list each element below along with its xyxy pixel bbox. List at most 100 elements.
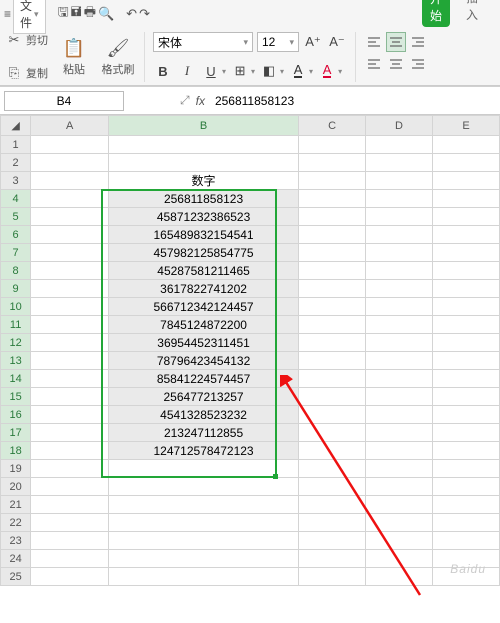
cell-E12[interactable] <box>433 334 500 352</box>
cell-C2[interactable] <box>299 154 366 172</box>
cell-E23[interactable] <box>433 532 500 550</box>
cell-D22[interactable] <box>366 514 433 532</box>
cell-A7[interactable] <box>31 244 109 262</box>
cell-B11[interactable]: 7845124872200 <box>109 316 299 334</box>
name-box[interactable]: B4 <box>4 91 124 111</box>
cell-D4[interactable] <box>366 190 433 208</box>
border-button[interactable]: ⊞ <box>230 61 250 81</box>
cell-C12[interactable] <box>299 334 366 352</box>
row-header-1[interactable]: 1 <box>1 136 31 154</box>
cell-A22[interactable] <box>31 514 109 532</box>
cell-C15[interactable] <box>299 388 366 406</box>
cell-A21[interactable] <box>31 496 109 514</box>
cell-E7[interactable] <box>433 244 500 262</box>
italic-button[interactable]: I <box>177 61 197 81</box>
row-header-6[interactable]: 6 <box>1 226 31 244</box>
cell-A23[interactable] <box>31 532 109 550</box>
cell-D16[interactable] <box>366 406 433 424</box>
cell-E4[interactable] <box>433 190 500 208</box>
fill-color-button[interactable]: ◧ <box>259 61 279 81</box>
cell-D25[interactable] <box>366 568 433 586</box>
col-header-D[interactable]: D <box>366 116 433 136</box>
cell-E18[interactable] <box>433 442 500 460</box>
cell-B25[interactable] <box>109 568 299 586</box>
print-icon[interactable]: 🖶 <box>84 5 96 23</box>
align-bottom-right[interactable] <box>408 54 428 74</box>
cell-D10[interactable] <box>366 298 433 316</box>
increase-font-button[interactable]: A⁺ <box>303 32 323 52</box>
decrease-font-button[interactable]: A⁻ <box>327 32 347 52</box>
cell-C13[interactable] <box>299 352 366 370</box>
cell-D15[interactable] <box>366 388 433 406</box>
tab-layout[interactable]: 页面布局 <box>494 0 500 27</box>
chevron-down-icon[interactable]: ▾ <box>251 67 255 76</box>
cell-C14[interactable] <box>299 370 366 388</box>
cell-D14[interactable] <box>366 370 433 388</box>
cell-B2[interactable] <box>109 154 299 172</box>
cell-A6[interactable] <box>31 226 109 244</box>
row-header-25[interactable]: 25 <box>1 568 31 586</box>
cell-C10[interactable] <box>299 298 366 316</box>
cell-B4[interactable]: 256811858123 <box>109 190 299 208</box>
cell-E11[interactable] <box>433 316 500 334</box>
formula-input[interactable] <box>211 91 496 111</box>
cell-E8[interactable] <box>433 262 500 280</box>
cell-B3[interactable]: 数字 <box>109 172 299 190</box>
col-header-E[interactable]: E <box>433 116 500 136</box>
cell-B22[interactable] <box>109 514 299 532</box>
bold-button[interactable]: B <box>153 61 173 81</box>
col-header-C[interactable]: C <box>299 116 366 136</box>
font-name-select[interactable]: 宋体 ▾ <box>153 32 253 52</box>
save-icon[interactable]: 🖫 <box>58 5 69 23</box>
cell-A25[interactable] <box>31 568 109 586</box>
cell-C7[interactable] <box>299 244 366 262</box>
cell-C24[interactable] <box>299 550 366 568</box>
cell-D5[interactable] <box>366 208 433 226</box>
cell-A11[interactable] <box>31 316 109 334</box>
cell-B5[interactable]: 45871232386523 <box>109 208 299 226</box>
cell-B7[interactable]: 457982125854775 <box>109 244 299 262</box>
cell-A17[interactable] <box>31 424 109 442</box>
cell-A2[interactable] <box>31 154 109 172</box>
cell-D19[interactable] <box>366 460 433 478</box>
row-header-18[interactable]: 18 <box>1 442 31 460</box>
cell-E20[interactable] <box>433 478 500 496</box>
row-header-3[interactable]: 3 <box>1 172 31 190</box>
cell-C11[interactable] <box>299 316 366 334</box>
cell-C17[interactable] <box>299 424 366 442</box>
col-header-B[interactable]: B <box>109 116 299 136</box>
row-header-21[interactable]: 21 <box>1 496 31 514</box>
row-header-9[interactable]: 9 <box>1 280 31 298</box>
font-size-select[interactable]: 12 ▾ <box>257 32 299 52</box>
cell-B21[interactable] <box>109 496 299 514</box>
row-header-14[interactable]: 14 <box>1 370 31 388</box>
cell-E2[interactable] <box>433 154 500 172</box>
row-header-4[interactable]: 4 <box>1 190 31 208</box>
align-bottom-center[interactable] <box>386 54 406 74</box>
row-header-7[interactable]: 7 <box>1 244 31 262</box>
fx-icon[interactable]: fx <box>196 94 205 108</box>
file-menu[interactable]: 文件 ▾ <box>13 0 46 34</box>
align-top-center[interactable] <box>386 32 406 52</box>
cell-A16[interactable] <box>31 406 109 424</box>
chevron-down-icon[interactable]: ▾ <box>309 67 313 76</box>
cell-B14[interactable]: 85841224574457 <box>109 370 299 388</box>
cell-B13[interactable]: 78796423454132 <box>109 352 299 370</box>
paste-button[interactable]: 📋 粘贴 <box>56 32 92 82</box>
cell-B9[interactable]: 3617822741202 <box>109 280 299 298</box>
undo-icon[interactable]: ↶ <box>126 5 137 23</box>
cell-A9[interactable] <box>31 280 109 298</box>
cell-D2[interactable] <box>366 154 433 172</box>
cell-D24[interactable] <box>366 550 433 568</box>
cell-A15[interactable] <box>31 388 109 406</box>
cell-B10[interactable]: 566712342124457 <box>109 298 299 316</box>
cell-E17[interactable] <box>433 424 500 442</box>
copy-icon[interactable]: ⎘ <box>6 65 22 81</box>
cell-C18[interactable] <box>299 442 366 460</box>
cell-D8[interactable] <box>366 262 433 280</box>
cell-D1[interactable] <box>366 136 433 154</box>
cell-E21[interactable] <box>433 496 500 514</box>
row-header-8[interactable]: 8 <box>1 262 31 280</box>
cell-E22[interactable] <box>433 514 500 532</box>
cell-C1[interactable] <box>299 136 366 154</box>
